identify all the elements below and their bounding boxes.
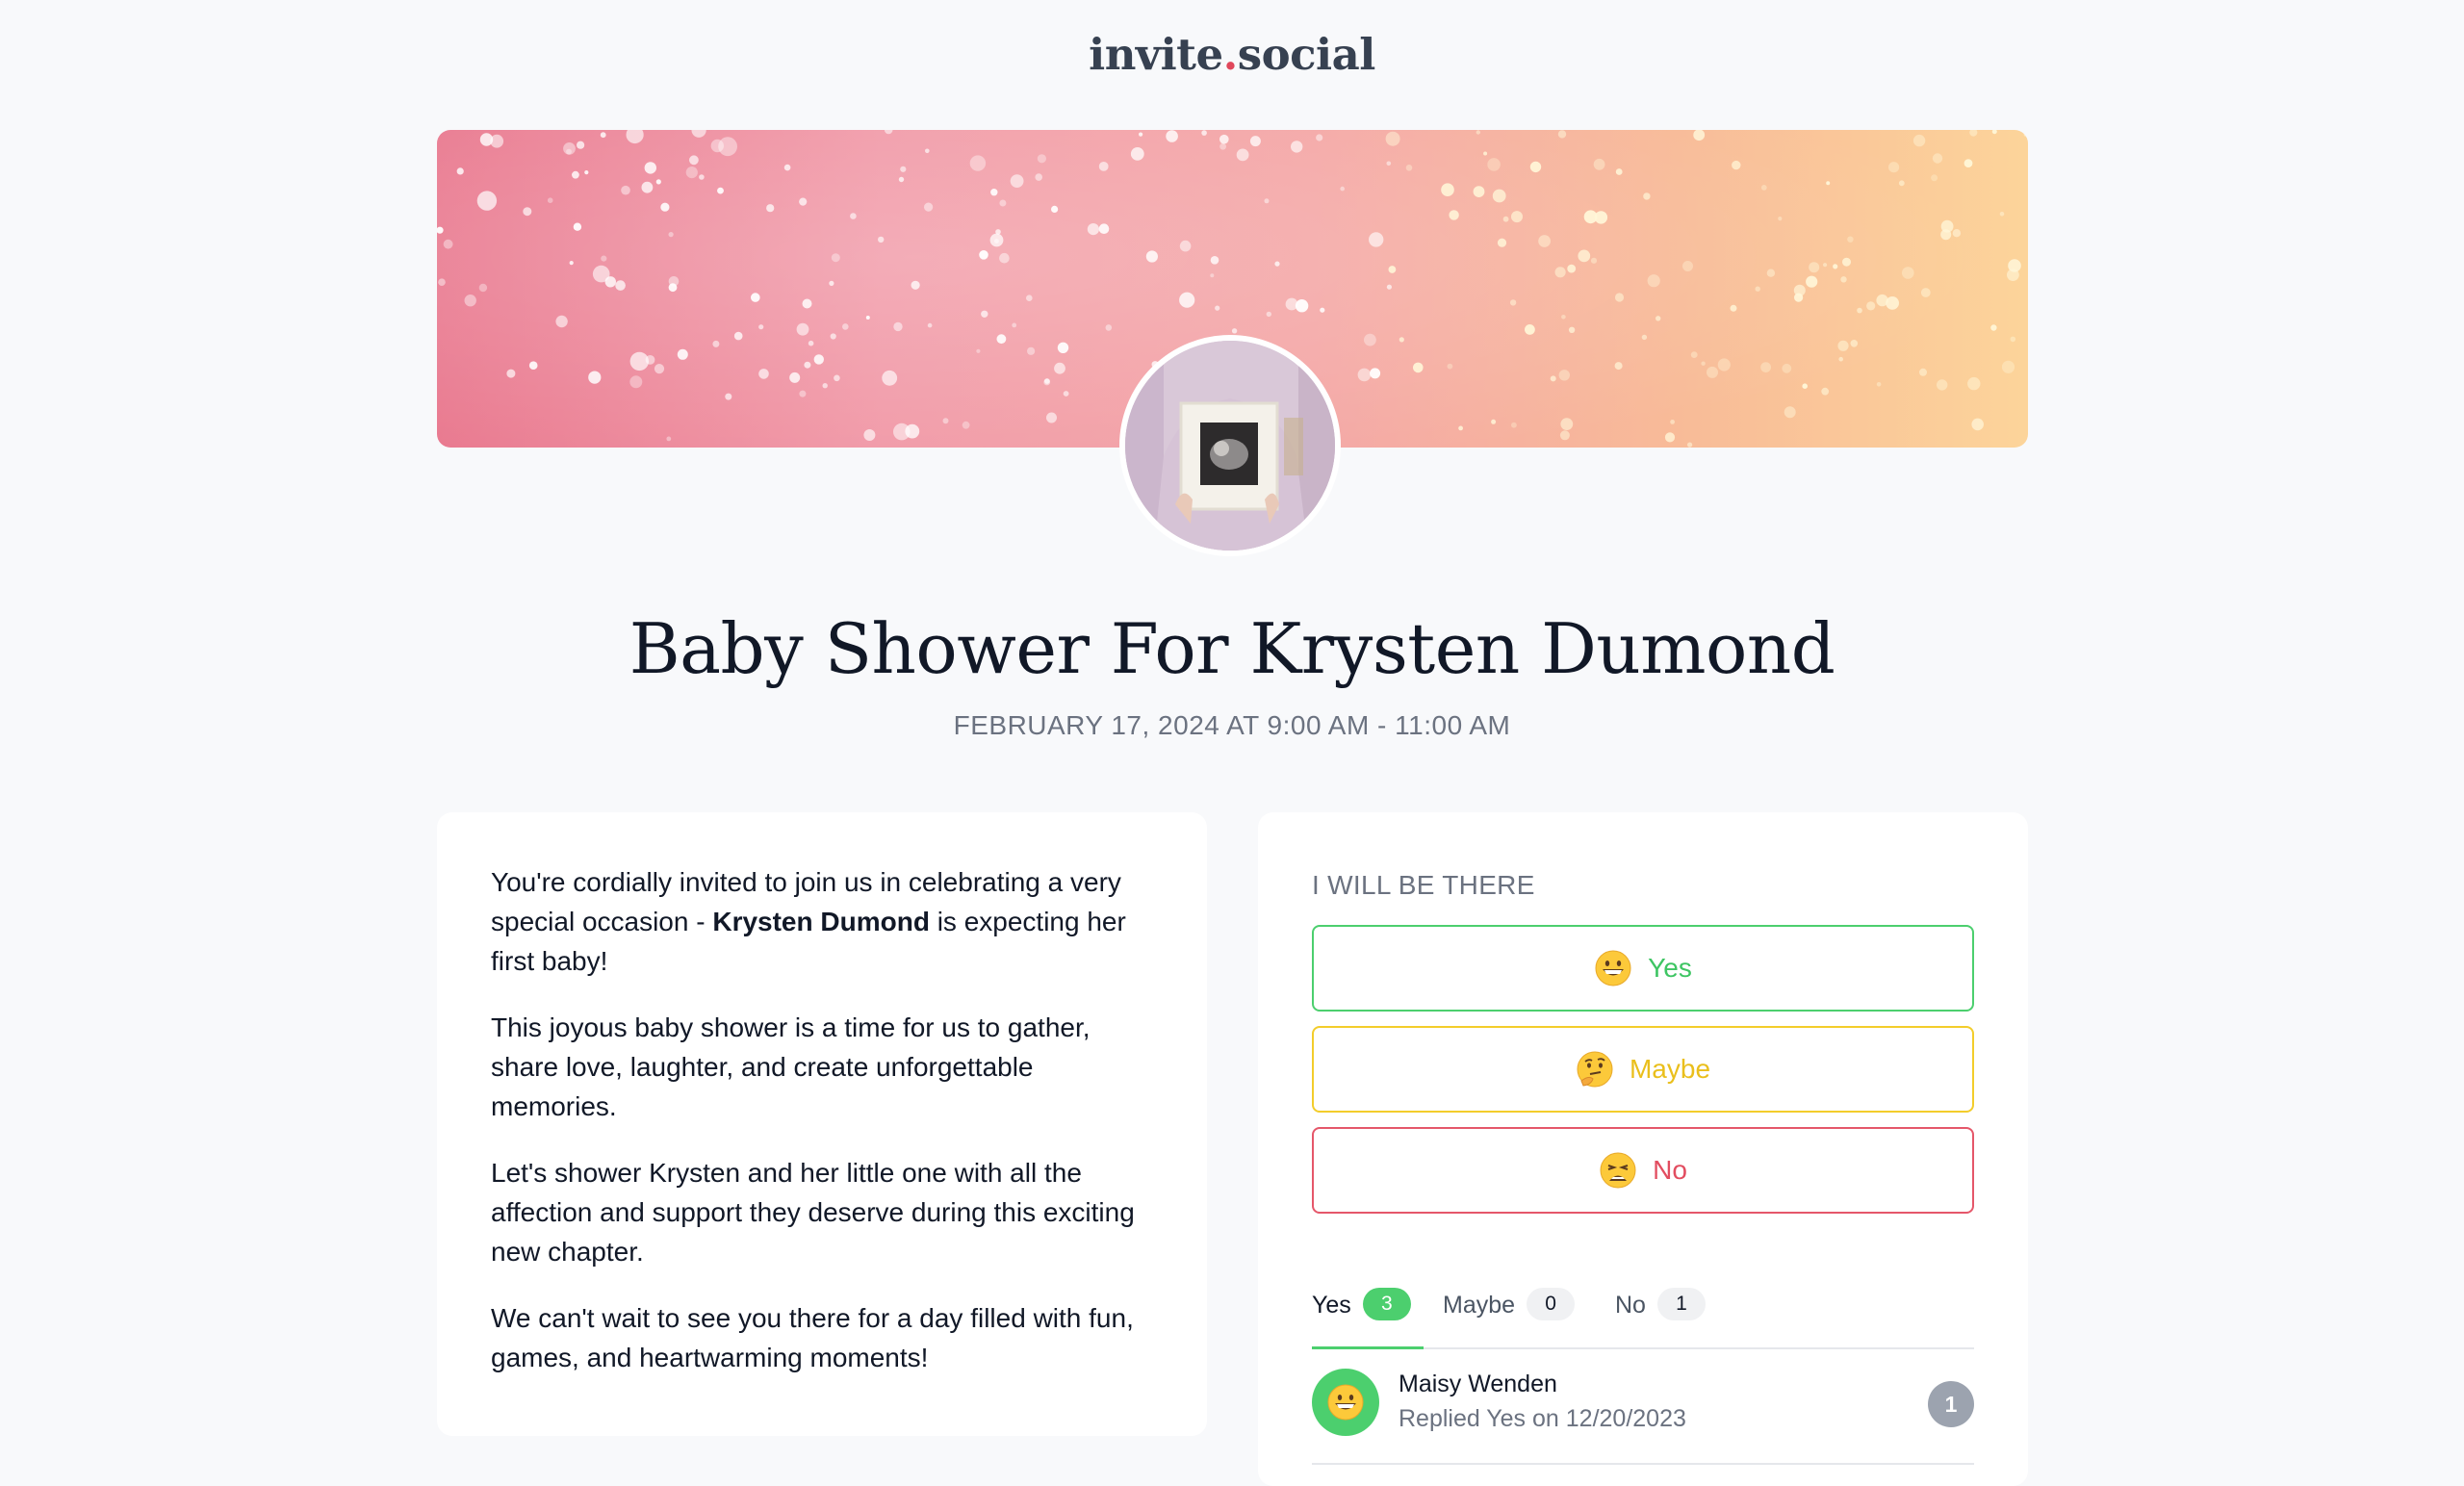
ultrasound-photo-frame-icon — [1125, 341, 1335, 551]
thinking-face-icon — [1576, 1050, 1614, 1089]
tab-yes[interactable]: Yes 3 — [1312, 1284, 1424, 1349]
tab-yes-count-badge: 3 — [1362, 1288, 1411, 1320]
rsvp-yes-button[interactable]: Yes — [1312, 925, 1974, 1012]
event-avatar — [1119, 335, 1341, 556]
grinning-face-icon — [1594, 949, 1632, 987]
honoree-name: Krysten Dumond — [712, 907, 930, 936]
description-card: You're cordially invited to join us in c… — [437, 812, 1207, 1436]
grinning-face-icon — [1327, 1384, 1364, 1421]
tab-maybe-count-badge: 0 — [1527, 1288, 1576, 1320]
guest-name: Maisy Wenden — [1399, 1371, 1557, 1397]
event-description: You're cordially invited to join us in c… — [491, 862, 1165, 1404]
tab-maybe[interactable]: Maybe 0 — [1443, 1284, 1576, 1347]
description-paragraph-1: You're cordially invited to join us in c… — [491, 862, 1165, 981]
brand-name-part1: invite — [1089, 29, 1223, 80]
guest-avatar — [1312, 1369, 1379, 1436]
guest-row[interactable]: Maisy Wenden Replied Yes on 12/20/2023 1 — [1312, 1367, 1974, 1465]
rsvp-heading: I WILL BE THERE — [1312, 870, 1535, 900]
tab-yes-label: Yes — [1312, 1292, 1351, 1319]
brand-dot: . — [1222, 29, 1239, 80]
rsvp-no-label: No — [1653, 1155, 1687, 1185]
event-datetime: FEBRUARY 17, 2024 AT 9:00 AM - 11:00 AM — [953, 710, 1511, 740]
guest-party-count-badge: 1 — [1928, 1381, 1974, 1427]
brand-logo[interactable]: invite.social — [0, 29, 2464, 80]
brand-name-part2: social — [1237, 29, 1376, 80]
rsvp-yes-label: Yes — [1648, 953, 1692, 983]
tab-no[interactable]: No 1 — [1615, 1284, 1706, 1347]
rsvp-maybe-button[interactable]: Maybe — [1312, 1026, 1974, 1113]
active-tab-indicator — [1312, 1346, 1424, 1349]
description-paragraph-2: This joyous baby shower is a time for us… — [491, 1012, 1091, 1121]
event-title: Baby Shower For Krysten Dumond — [629, 608, 1835, 689]
description-paragraph-4: We can't wait to see you there for a day… — [491, 1303, 1134, 1372]
tab-no-count-badge: 1 — [1656, 1288, 1706, 1320]
tab-maybe-label: Maybe — [1443, 1292, 1516, 1319]
rsvp-maybe-label: Maybe — [1629, 1054, 1711, 1084]
tab-no-label: No — [1615, 1292, 1646, 1319]
guest-reply-status: Replied Yes on 12/20/2023 — [1399, 1405, 1686, 1432]
weary-face-icon — [1599, 1151, 1637, 1190]
responses-tabs: Yes 3 Maybe 0 No 1 — [1312, 1284, 1974, 1349]
rsvp-card: I WILL BE THERE Yes Maybe No Yes 3 Maybe… — [1258, 812, 2028, 1486]
rsvp-no-button[interactable]: No — [1312, 1127, 1974, 1214]
description-paragraph-3: Let's shower Krysten and her little one … — [491, 1158, 1135, 1267]
